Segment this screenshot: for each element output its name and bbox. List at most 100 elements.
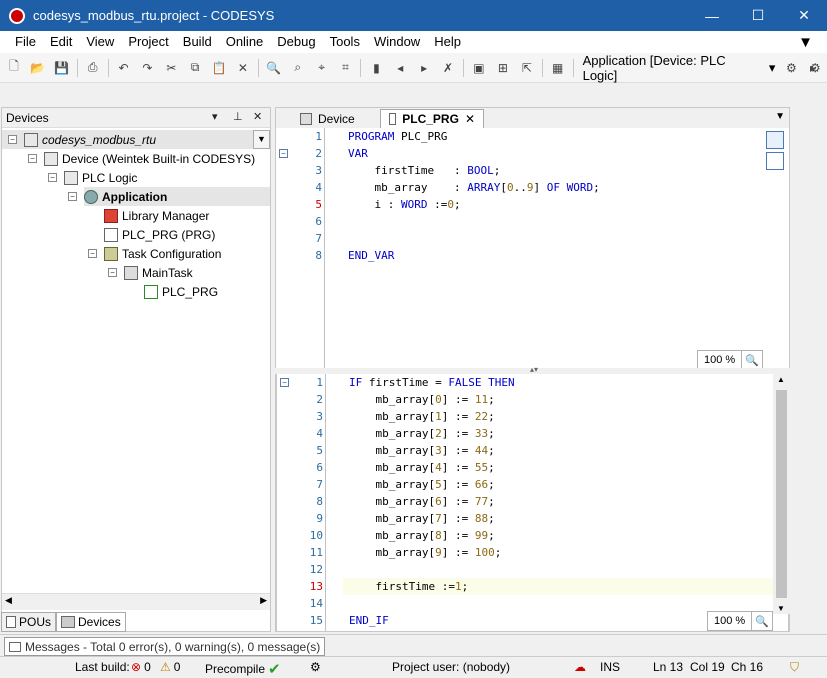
code-line[interactable]: mb_array[5] := 66; — [349, 476, 494, 493]
code-line[interactable]: firstTime : BOOL; — [348, 162, 500, 179]
code-line[interactable]: mb_array[8] := 99; — [349, 527, 494, 544]
build-errors[interactable]: ⊗ 0 — [131, 660, 151, 674]
code-line[interactable]: END_VAR — [348, 247, 394, 264]
paste-icon[interactable]: 📋 — [209, 58, 229, 78]
code-line[interactable]: mb_array[9] := 100; — [349, 544, 501, 561]
code-line[interactable]: mb_array : ARRAY[0..9] OF WORD; — [348, 179, 599, 196]
tab-devices[interactable]: Devices — [56, 612, 126, 632]
scroll-up-icon[interactable]: ▲ — [777, 375, 785, 384]
filter-icon[interactable]: ▼ — [798, 34, 813, 51]
build-icon[interactable]: ▦ — [548, 58, 568, 78]
collapse-icon[interactable]: − — [8, 135, 17, 144]
code-line[interactable]: mb_array[4] := 55; — [349, 459, 494, 476]
login-icon[interactable]: ⚙ — [781, 58, 801, 78]
clear-bookmarks-icon[interactable]: ✗ — [438, 58, 458, 78]
previous-bookmark-icon[interactable]: ◂ — [390, 58, 410, 78]
scroll-right-icon[interactable]: ▶ — [260, 595, 267, 606]
tree-node-plc-prg-call[interactable]: PLC_PRG — [144, 282, 218, 301]
code-line[interactable]: END_IF — [349, 612, 389, 629]
find-previous-icon[interactable]: ⌖ — [312, 58, 332, 78]
menu-tools[interactable]: Tools — [323, 31, 367, 53]
menu-file[interactable]: File — [8, 31, 43, 53]
menu-online[interactable]: Online — [219, 31, 271, 53]
scroll-left-icon[interactable]: ◀ — [5, 595, 12, 606]
zoom-icon[interactable]: 🔍 — [742, 354, 762, 367]
code-line[interactable]: mb_array[2] := 33; — [349, 425, 494, 442]
tab-plc-prg[interactable]: PLC_PRG ✕ — [380, 109, 484, 128]
window-icon[interactable]: ▣ — [469, 58, 489, 78]
tabular-view-icon[interactable] — [766, 152, 784, 170]
messages-tab[interactable]: Messages - Total 0 error(s), 0 warning(s… — [4, 637, 326, 656]
tab-pous[interactable]: POUs — [1, 612, 57, 632]
online-config-icon[interactable]: ⚙ — [310, 660, 321, 674]
tree-node-project[interactable]: codesys_modbus_rtu — [2, 130, 254, 149]
cut-icon[interactable]: ✂ — [161, 58, 181, 78]
scroll-down-icon[interactable]: ▼ — [777, 604, 785, 613]
cloud-icon[interactable]: ☁ — [574, 660, 586, 674]
code-line[interactable]: firstTime :=1; — [349, 578, 468, 595]
active-application-selector[interactable]: Application [Device: PLC Logic] ▾ — [583, 53, 776, 83]
menu-window[interactable]: Window — [367, 31, 427, 53]
shield-icon[interactable]: ⛉ — [790, 660, 799, 675]
find-icon[interactable]: 🔍 — [264, 58, 284, 78]
code-line[interactable]: IF firstTime = FALSE THEN — [349, 374, 515, 391]
tree-node-device[interactable]: Device (Weintek Built-in CODESYS) — [44, 149, 255, 168]
code-line[interactable]: mb_array[7] := 88; — [349, 510, 494, 527]
find-replace-icon[interactable]: ⌕ — [288, 58, 308, 78]
vertical-scrollbar[interactable]: ▲ ▼ — [773, 374, 790, 614]
build-warnings[interactable]: ⚠ 0 — [160, 660, 180, 674]
implementation-zoom[interactable]: 100 % 🔍 — [707, 611, 774, 631]
tree-node-task-configuration[interactable]: Task Configuration — [104, 244, 221, 263]
scrollbar-thumb[interactable] — [776, 390, 787, 598]
code-line[interactable]: PROGRAM PLC_PRG — [348, 128, 447, 145]
menu-project[interactable]: Project — [121, 31, 175, 53]
declaration-editor[interactable]: − 1 PROGRAM PLC_PRG 2 VAR 3 firstTime : BOOL… — [276, 128, 789, 370]
tree-node-application[interactable]: Application — [84, 187, 270, 206]
implementation-editor[interactable]: − 1 IF firstTime = FALSE THEN 2 mb_array[0… — [276, 374, 790, 632]
minimize-button[interactable]: — — [689, 0, 735, 31]
export-icon[interactable]: ⇱ — [517, 58, 537, 78]
zoom-icon[interactable]: 🔍 — [752, 615, 772, 628]
open-project-icon[interactable]: 📂 — [28, 58, 48, 78]
find-next-icon[interactable]: ⌗ — [336, 58, 356, 78]
chevron-down-icon[interactable]: ▼ — [253, 130, 270, 149]
horizontal-scrollbar[interactable]: ◀ ▶ — [2, 593, 270, 610]
pin-icon[interactable]: ⊥ — [233, 110, 243, 123]
code-line[interactable]: mb_array[1] := 22; — [349, 408, 494, 425]
bookmark-icon[interactable]: ▮ — [366, 58, 386, 78]
tree-node-plc-logic[interactable]: PLC Logic — [64, 168, 137, 187]
collapse-icon[interactable]: − — [68, 192, 77, 201]
collapse-icon[interactable]: − — [88, 249, 97, 258]
panel-close-icon[interactable]: ✕ — [253, 110, 262, 123]
menu-view[interactable]: View — [79, 31, 121, 53]
print-icon[interactable]: ⎙ — [83, 58, 103, 78]
menu-help[interactable]: Help — [427, 31, 468, 53]
menu-debug[interactable]: Debug — [270, 31, 322, 53]
code-line[interactable]: mb_array[3] := 44; — [349, 442, 494, 459]
menu-build[interactable]: Build — [176, 31, 219, 53]
code-line[interactable]: i : WORD :=0; — [348, 196, 460, 213]
copy-icon[interactable]: ⧉ — [185, 58, 205, 78]
tree-node-plc-prg[interactable]: PLC_PRG (PRG) — [104, 225, 215, 244]
undo-icon[interactable]: ↶ — [114, 58, 134, 78]
collapse-icon[interactable]: − — [108, 268, 117, 277]
next-bookmark-icon[interactable]: ▸ — [414, 58, 434, 78]
close-button[interactable]: ✕ — [781, 0, 827, 31]
maximize-button[interactable]: ☐ — [735, 0, 781, 31]
panel-menu-icon[interactable]: ▾ — [212, 110, 218, 123]
toolbar-overflow-icon[interactable]: ▸ — [803, 58, 823, 78]
collapse-icon[interactable]: − — [48, 173, 57, 182]
code-line[interactable]: VAR — [348, 145, 368, 162]
new-project-icon[interactable]: 🗋 — [4, 58, 24, 78]
textual-view-icon[interactable] — [766, 131, 784, 149]
tab-device[interactable]: Device — [292, 109, 382, 128]
tree-node-library-manager[interactable]: Library Manager — [104, 206, 209, 225]
menu-edit[interactable]: Edit — [43, 31, 79, 53]
code-line[interactable]: mb_array[0] := 11; — [349, 391, 494, 408]
precompile-status[interactable]: Precompile ✔ — [205, 660, 281, 678]
delete-icon[interactable]: ✕ — [233, 58, 253, 78]
redo-icon[interactable]: ↷ — [137, 58, 157, 78]
tree-node-maintask[interactable]: MainTask — [124, 263, 193, 282]
collapse-icon[interactable]: − — [28, 154, 37, 163]
save-icon[interactable]: 💾 — [52, 58, 72, 78]
